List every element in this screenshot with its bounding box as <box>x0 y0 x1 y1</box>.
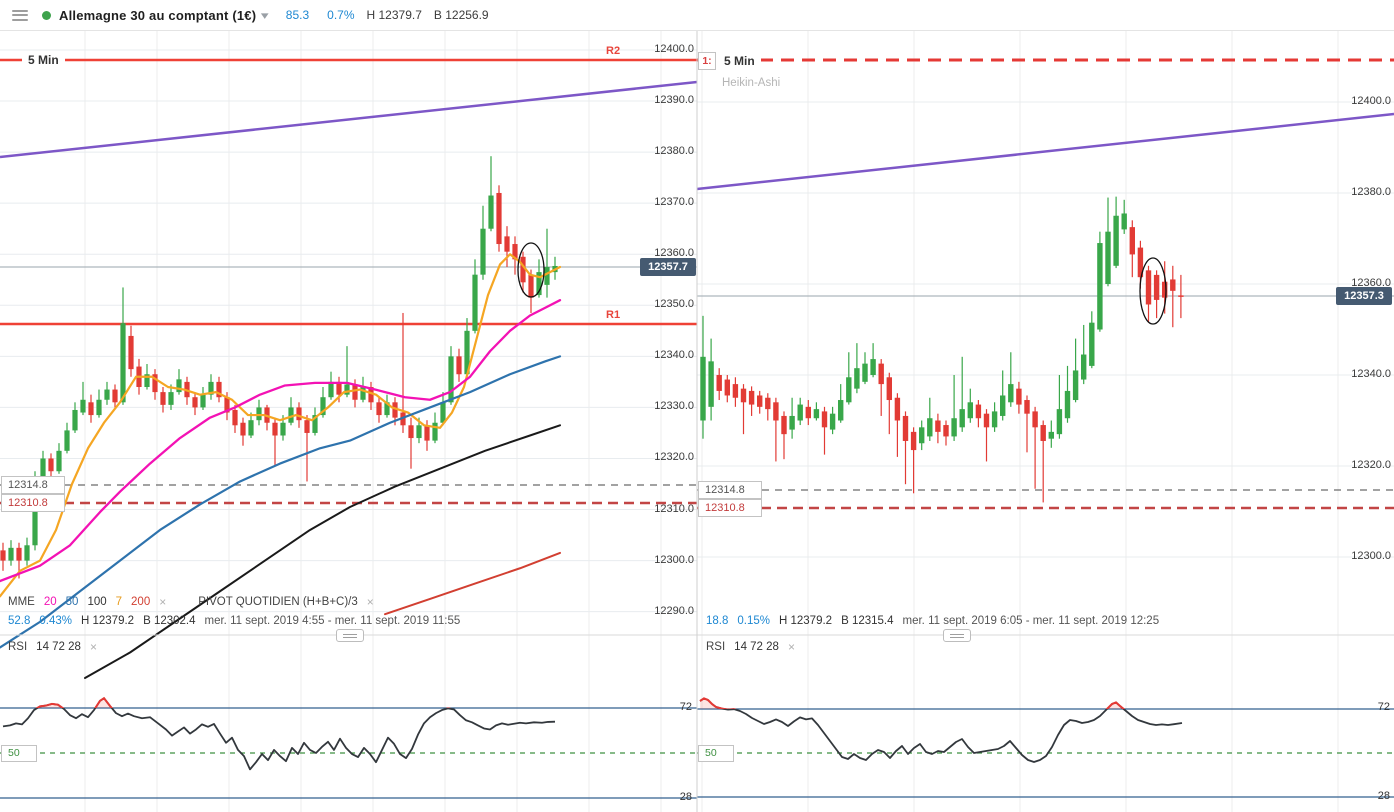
instrument-title[interactable]: Allemagne 30 au comptant (1€) <box>59 8 256 23</box>
axis-label: 12320.0 <box>1351 459 1391 471</box>
right-low: B 12315.4 <box>841 615 894 627</box>
axis-label: 12320.0 <box>654 451 694 464</box>
axis-label: 12400.0 <box>1351 95 1391 107</box>
left-rsi-lower-label: 28 <box>679 791 692 803</box>
axis-label: 12380.0 <box>654 145 694 158</box>
right-level-lower-box: 12310.8 <box>698 499 762 517</box>
trendline <box>0 80 698 159</box>
mme-20-label: 20 <box>43 596 57 608</box>
header-bar: Allemagne 30 au comptant (1€) ▾ 85.3 0.7… <box>0 0 1394 31</box>
rsi-overbought <box>35 696 452 709</box>
right-date-range: mer. 11 sept. 2019 6:05 - mer. 11 sept. … <box>902 615 1160 627</box>
axis-label: 12340.0 <box>1351 368 1391 380</box>
chevron-down-icon[interactable]: ▾ <box>261 9 269 22</box>
pivot-close-icon[interactable]: × <box>367 595 374 609</box>
left-rsi-legend: RSI 14 72 28 × <box>8 640 106 654</box>
right-status-row: 18.8 0.15% H 12379.2 B 12315.4 mer. 11 s… <box>706 615 1168 627</box>
header-change-pct: 0.7% <box>327 8 355 22</box>
left-rsi-name: RSI <box>8 641 28 653</box>
mme-legend-label: MME <box>8 596 35 608</box>
axis-label: 12370.0 <box>654 196 694 209</box>
left-level-lower-box: 12310.8 <box>1 494 65 512</box>
axis-label: 12340.0 <box>654 349 694 362</box>
right-rsi-name: RSI <box>706 641 726 653</box>
left-r2-label: R2 <box>606 45 621 57</box>
left-pane-resize-handle[interactable] <box>336 629 364 642</box>
axis-label: 12400.0 <box>654 43 694 55</box>
axis-label: 12290.0 <box>654 604 694 617</box>
right-level-upper-box: 12314.8 <box>698 481 762 499</box>
right-rsi-upper-label: 72 <box>1377 701 1390 713</box>
left-r1-label: R1 <box>606 309 621 321</box>
axis-label: 12350.0 <box>654 298 694 311</box>
header-change: 85.3 <box>285 8 310 22</box>
axis-label: 12300.0 <box>1351 550 1391 562</box>
MME 200 <box>384 551 561 616</box>
right-pane-resize-handle[interactable] <box>943 629 971 642</box>
axis-label: 12300.0 <box>654 553 694 566</box>
right-alert-level-badge[interactable]: 1: <box>698 52 716 70</box>
right-rsi-mid-box: 50 <box>698 745 734 762</box>
left-change: 52.8 <box>8 615 31 627</box>
left-date-range: mer. 11 sept. 2019 4:55 - mer. 11 sept. … <box>204 615 461 627</box>
axis-label: 12310.0 <box>654 502 694 515</box>
left-rsi-upper-label: 72 <box>679 701 692 713</box>
mme-100-label: 100 <box>87 596 107 608</box>
axis-label: 12390.0 <box>654 94 694 107</box>
trading-app: Allemagne 30 au comptant (1€) ▾ 85.3 0.7… <box>0 0 1394 812</box>
right-timeframe-label[interactable]: 5 Min <box>718 53 761 69</box>
mme-50-label: 50 <box>65 596 79 608</box>
axis-label: 12330.0 <box>654 400 694 413</box>
right-change-pct: 0.15% <box>737 615 770 627</box>
axis-label: 12380.0 <box>1351 186 1391 198</box>
mme-close-icon[interactable]: × <box>159 595 166 609</box>
trendline <box>696 112 1394 191</box>
charts-canvas <box>0 30 1394 812</box>
left-rsi-params: 14 72 28 <box>36 641 81 653</box>
left-status-row: 52.8 0.43% H 12379.2 B 12302.4 mer. 11 s… <box>8 615 469 627</box>
right-high: H 12379.2 <box>779 615 833 627</box>
pivot-legend-label: PIVOT QUOTIDIEN (H+B+C)/3 <box>198 596 358 608</box>
right-rsi-legend: RSI 14 72 28 × <box>706 640 804 654</box>
left-indicator-legend: MME 20 50 100 7 200 × PIVOT QUOTIDIEN (H… <box>8 595 383 609</box>
right-change: 18.8 <box>706 615 729 627</box>
header-low: B 12256.9 <box>433 8 489 22</box>
left-rsi-close-icon[interactable]: × <box>90 640 97 654</box>
left-rsi-mid-box: 50 <box>1 745 37 762</box>
left-timeframe-label[interactable]: 5 Min <box>22 52 65 68</box>
header-high: H 12379.7 <box>366 8 422 22</box>
mme-200-label: 200 <box>131 596 151 608</box>
left-price-badge: 12357.7 <box>640 258 696 276</box>
left-level-upper-box: 12314.8 <box>1 476 65 494</box>
right-price-badge: 12357.3 <box>1336 287 1392 305</box>
menu-icon[interactable] <box>12 9 28 21</box>
market-open-dot-icon <box>42 10 51 20</box>
right-rsi-lower-label: 28 <box>1377 790 1390 802</box>
left-high: H 12379.2 <box>81 615 135 627</box>
right-rsi-params: 14 72 28 <box>734 641 779 653</box>
mme-7-label: 7 <box>115 596 123 608</box>
MME 100 <box>84 424 561 680</box>
rsi-line <box>2 697 556 771</box>
right-rsi-close-icon[interactable]: × <box>788 640 795 654</box>
right-charttype-label: Heikin-Ashi <box>722 77 781 89</box>
left-low: B 12302.4 <box>143 615 196 627</box>
left-change-pct: 0.43% <box>39 615 72 627</box>
